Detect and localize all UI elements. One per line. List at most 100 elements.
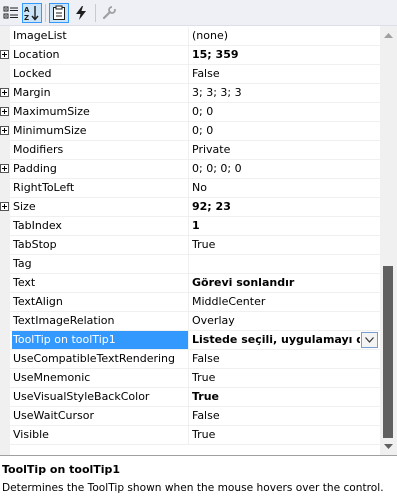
property-row[interactable]: Location 15; 359 xyxy=(0,46,380,65)
property-name[interactable]: Modifiers xyxy=(12,141,188,159)
scroll-up-arrow-icon[interactable] xyxy=(380,26,397,43)
property-row[interactable]: Modifiers Private xyxy=(0,141,380,160)
property-value[interactable]: False xyxy=(192,350,372,368)
column-divider[interactable] xyxy=(188,160,189,178)
property-name[interactable]: UseVisualStyleBackColor xyxy=(12,388,188,406)
property-name[interactable]: TabStop xyxy=(12,236,188,254)
property-name[interactable]: TextImageRelation xyxy=(12,312,188,330)
column-divider[interactable] xyxy=(188,312,189,330)
property-name[interactable]: MinimumSize xyxy=(12,122,188,140)
property-value[interactable]: 0; 0 xyxy=(192,122,372,140)
properties-button[interactable] xyxy=(49,3,69,23)
property-name[interactable]: UseWaitCursor xyxy=(12,407,188,425)
property-name[interactable]: TextAlign xyxy=(12,293,188,311)
expand-plus-icon[interactable] xyxy=(0,88,9,97)
property-value[interactable]: True xyxy=(192,426,372,444)
property-row[interactable]: ToolTip on toolTip1 Listede seçili, uygul… xyxy=(0,331,380,350)
column-divider[interactable] xyxy=(188,46,189,64)
property-pages-button[interactable] xyxy=(99,3,119,23)
property-row[interactable]: TabStop True xyxy=(0,236,380,255)
property-name[interactable]: Text xyxy=(12,274,188,292)
property-value[interactable]: Overlay xyxy=(192,312,372,330)
property-name[interactable]: Locked xyxy=(12,65,188,83)
column-divider[interactable] xyxy=(188,141,189,159)
property-value[interactable]: 15; 359 xyxy=(192,46,372,64)
property-name[interactable]: Location xyxy=(12,46,188,64)
property-row[interactable]: Margin 3; 3; 3; 3 xyxy=(0,84,380,103)
property-row[interactable]: ImageList (none) xyxy=(0,27,380,46)
property-row[interactable]: TabIndex 1 xyxy=(0,217,380,236)
property-row[interactable]: UseCompatibleTextRendering False xyxy=(0,350,380,369)
property-value[interactable]: MiddleCenter xyxy=(192,293,372,311)
property-row[interactable]: UseMnemonic True xyxy=(0,369,380,388)
property-name[interactable]: RightToLeft xyxy=(12,179,188,197)
property-row[interactable]: MaximumSize 0; 0 xyxy=(0,103,380,122)
expand-plus-icon[interactable] xyxy=(0,50,9,59)
property-row[interactable]: RightToLeft No xyxy=(0,179,380,198)
property-value[interactable]: True xyxy=(192,388,372,406)
property-name[interactable]: Padding xyxy=(12,160,188,178)
column-divider[interactable] xyxy=(188,198,189,216)
column-divider[interactable] xyxy=(188,65,189,83)
property-row[interactable]: UseWaitCursor False xyxy=(0,407,380,426)
property-value[interactable]: False xyxy=(192,407,372,425)
column-divider[interactable] xyxy=(188,179,189,197)
column-divider[interactable] xyxy=(188,217,189,235)
column-divider[interactable] xyxy=(188,331,189,349)
property-row[interactable]: Locked False xyxy=(0,65,380,84)
property-value[interactable]: 1 xyxy=(192,217,372,235)
column-divider[interactable] xyxy=(188,122,189,140)
property-row[interactable]: MinimumSize 0; 0 xyxy=(0,122,380,141)
property-row[interactable]: TextImageRelation Overlay xyxy=(0,312,380,331)
property-row[interactable]: Padding 0; 0; 0; 0 xyxy=(0,160,380,179)
expand-plus-icon[interactable] xyxy=(0,202,9,211)
expand-plus-icon[interactable] xyxy=(0,107,9,116)
property-value[interactable]: False xyxy=(192,65,372,83)
property-value[interactable]: Görevi sonlandır xyxy=(192,274,372,292)
property-value[interactable] xyxy=(192,255,372,273)
expand-plus-icon[interactable] xyxy=(0,164,9,173)
property-value[interactable]: 3; 3; 3; 3 xyxy=(192,84,372,102)
property-value[interactable]: True xyxy=(192,236,372,254)
property-name[interactable]: ToolTip on toolTip1 xyxy=(12,331,188,349)
property-row[interactable]: Visible True xyxy=(0,426,380,445)
column-divider[interactable] xyxy=(188,293,189,311)
categorized-button[interactable] xyxy=(1,3,21,23)
property-row[interactable]: TextAlign MiddleCenter xyxy=(0,293,380,312)
property-row[interactable]: Text Görevi sonlandır xyxy=(0,274,380,293)
column-divider[interactable] xyxy=(188,369,189,387)
column-divider[interactable] xyxy=(188,388,189,406)
property-name[interactable]: TabIndex xyxy=(12,217,188,235)
vertical-scrollbar[interactable] xyxy=(380,26,397,455)
property-name[interactable]: Size xyxy=(12,198,188,216)
property-value[interactable]: 0; 0; 0; 0 xyxy=(192,160,372,178)
column-divider[interactable] xyxy=(188,426,189,444)
property-name[interactable]: Tag xyxy=(12,255,188,273)
scroll-thumb[interactable] xyxy=(383,266,393,438)
property-value[interactable]: Private xyxy=(192,141,372,159)
column-divider[interactable] xyxy=(188,27,189,45)
property-row[interactable]: Size 92; 23 xyxy=(0,198,380,217)
column-divider[interactable] xyxy=(188,84,189,102)
property-value[interactable]: True xyxy=(192,369,372,387)
property-name[interactable]: UseMnemonic xyxy=(12,369,188,387)
column-divider[interactable] xyxy=(188,255,189,273)
property-name[interactable]: Margin xyxy=(12,84,188,102)
events-button[interactable] xyxy=(71,3,91,23)
property-value[interactable]: (none) xyxy=(192,27,372,45)
scroll-down-arrow-icon[interactable] xyxy=(380,438,397,455)
property-name[interactable]: ImageList xyxy=(12,27,188,45)
property-name[interactable]: MaximumSize xyxy=(12,103,188,121)
property-value[interactable]: No xyxy=(192,179,372,197)
property-value[interactable]: Listede seçili, uygulamayı direkt xyxy=(192,331,360,349)
property-row[interactable]: Tag xyxy=(0,255,380,274)
alphabetical-button[interactable]: A Z xyxy=(22,3,42,23)
column-divider[interactable] xyxy=(188,103,189,121)
column-divider[interactable] xyxy=(188,407,189,425)
expand-plus-icon[interactable] xyxy=(0,126,9,135)
column-divider[interactable] xyxy=(188,236,189,254)
property-value[interactable]: 92; 23 xyxy=(192,198,372,216)
column-divider[interactable] xyxy=(188,274,189,292)
dropdown-button[interactable] xyxy=(361,332,378,348)
property-name[interactable]: UseCompatibleTextRendering xyxy=(12,350,188,368)
